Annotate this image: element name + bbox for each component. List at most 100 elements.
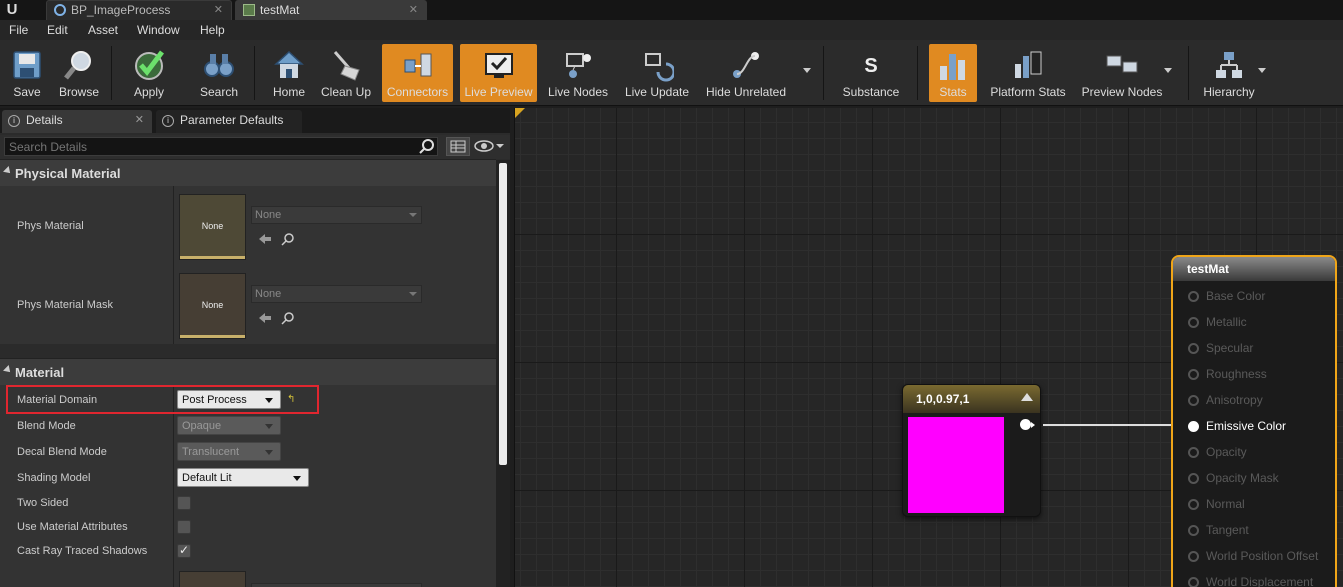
- close-icon[interactable]: ✕: [214, 1, 223, 19]
- stats-label: Stats: [939, 85, 967, 99]
- browse-button[interactable]: Browse: [56, 44, 102, 102]
- live-preview-button[interactable]: Live Preview: [460, 44, 537, 102]
- chevron-down-icon: [265, 450, 273, 455]
- section-material[interactable]: Material: [0, 358, 496, 385]
- home-button[interactable]: Home: [266, 44, 312, 102]
- output-pin[interactable]: [1020, 419, 1035, 430]
- phys-material-combo[interactable]: None: [251, 206, 422, 224]
- pin-specular[interactable]: Specular: [1188, 341, 1338, 357]
- material-domain-dropdown[interactable]: Post Process: [177, 390, 281, 409]
- live-nodes-button[interactable]: Live Nodes: [544, 44, 612, 102]
- pin-base-color[interactable]: Base Color: [1188, 289, 1338, 305]
- toolbar-separator: [111, 46, 112, 100]
- cast-ray-traced-shadows-checkbox[interactable]: [177, 543, 191, 558]
- search-details-input[interactable]: [4, 137, 438, 156]
- pin-world-displacement[interactable]: World Displacement: [1188, 575, 1338, 587]
- pin-label: Tangent: [1206, 523, 1249, 537]
- pin-opacity-mask[interactable]: Opacity Mask: [1188, 471, 1338, 487]
- chevron-down-icon[interactable]: [1258, 68, 1266, 73]
- pin-normal[interactable]: Normal: [1188, 497, 1338, 513]
- material-result-node[interactable]: testMat Base Color Metallic Specular Rou…: [1171, 255, 1337, 587]
- toolbar-separator: [1188, 46, 1189, 100]
- material-icon: [243, 4, 255, 16]
- next-asset-thumbnail[interactable]: [179, 571, 246, 587]
- browse-magnifier-icon[interactable]: [281, 311, 295, 325]
- phys-material-mask-thumbnail[interactable]: None: [179, 273, 246, 339]
- pin-tangent[interactable]: Tangent: [1188, 523, 1338, 539]
- use-selected-arrow-icon[interactable]: [258, 233, 272, 245]
- blend-mode-dropdown[interactable]: Opaque: [177, 416, 281, 435]
- pin-circle-icon: [1188, 525, 1199, 536]
- clean-up-button[interactable]: Clean Up: [318, 44, 374, 102]
- details-scrollbar[interactable]: [496, 160, 510, 587]
- decal-blend-mode-dropdown[interactable]: Translucent: [177, 442, 281, 461]
- search-icon[interactable]: [419, 138, 435, 154]
- tab-testmat[interactable]: testMat ✕: [235, 0, 427, 20]
- pin-anisotropy[interactable]: Anisotropy: [1188, 393, 1338, 409]
- pin-emissive-color[interactable]: Emissive Color: [1188, 419, 1338, 435]
- chevron-down-icon[interactable]: [803, 68, 811, 73]
- menu-file[interactable]: File: [9, 23, 28, 37]
- use-selected-arrow-icon[interactable]: [258, 312, 272, 324]
- material-domain-label: Material Domain: [17, 394, 98, 406]
- connectors-button[interactable]: Connectors: [382, 44, 453, 102]
- live-update-button[interactable]: Live Update: [620, 44, 694, 102]
- chevron-down-icon[interactable]: [1164, 68, 1172, 73]
- menu-help[interactable]: Help: [200, 23, 225, 37]
- apply-button[interactable]: Apply: [126, 44, 172, 102]
- pin-opacity[interactable]: Opacity: [1188, 445, 1338, 461]
- toolbar: Save Browse Apply Search Home Clean Up C…: [0, 40, 1343, 106]
- stats-button[interactable]: Stats: [929, 44, 977, 102]
- pin-label: Opacity Mask: [1206, 471, 1279, 485]
- tab-parameter-defaults[interactable]: i Parameter Defaults: [156, 110, 302, 133]
- scrollbar-thumb[interactable]: [499, 163, 507, 465]
- pin-world-position-offset[interactable]: World Position Offset: [1188, 549, 1338, 565]
- phys-material-label: Phys Material: [17, 220, 84, 232]
- pin-circle-icon: [1188, 317, 1199, 328]
- pin-label: World Position Offset: [1206, 549, 1319, 563]
- phys-material-mask-combo[interactable]: None: [251, 285, 422, 303]
- browse-magnifier-icon[interactable]: [281, 232, 295, 246]
- two-sided-checkbox[interactable]: [177, 496, 191, 510]
- material-graph[interactable]: 1,0,0.97,1 testMat Base Color Metallic S…: [514, 108, 1343, 587]
- pin-circle-icon: [1188, 577, 1199, 587]
- preview-nodes-label: Preview Nodes: [1081, 85, 1163, 99]
- collapse-icon[interactable]: [1021, 393, 1033, 401]
- substance-button[interactable]: S Substance: [838, 44, 904, 102]
- shading-model-dropdown[interactable]: Default Lit: [177, 468, 309, 487]
- chevron-down-icon: [409, 213, 417, 217]
- svg-text:S: S: [864, 55, 877, 77]
- platform-stats-button[interactable]: Platform Stats: [986, 44, 1070, 102]
- property-matrix-button[interactable]: [446, 137, 470, 156]
- platform-stats-icon: [1015, 51, 1042, 78]
- pin-roughness[interactable]: Roughness: [1188, 367, 1338, 383]
- phys-material-thumbnail[interactable]: None: [179, 194, 246, 260]
- menu-asset[interactable]: Asset: [88, 23, 118, 37]
- preview-nodes-button[interactable]: Preview Nodes: [1078, 44, 1166, 102]
- search-button[interactable]: Search: [196, 44, 242, 102]
- eye-icon[interactable]: [474, 138, 506, 154]
- reset-to-default-icon[interactable]: ↰: [287, 395, 297, 405]
- save-button[interactable]: Save: [4, 44, 50, 102]
- column-divider: [173, 385, 174, 587]
- connectors-icon: [404, 53, 431, 77]
- two-sided-label: Two Sided: [17, 497, 69, 509]
- close-icon[interactable]: ✕: [409, 1, 418, 19]
- use-material-attributes-checkbox[interactable]: [177, 520, 191, 534]
- menu-window[interactable]: Window: [137, 23, 180, 37]
- constant4vector-node[interactable]: 1,0,0.97,1: [902, 384, 1041, 517]
- section-physical-material[interactable]: Physical Material: [0, 159, 496, 186]
- menu-edit[interactable]: Edit: [47, 23, 68, 37]
- search-label: Search: [199, 85, 239, 99]
- close-icon[interactable]: ✕: [135, 110, 144, 131]
- hide-unrelated-button[interactable]: Hide Unrelated: [702, 44, 790, 102]
- apply-label: Apply: [133, 85, 165, 99]
- pin-label: Roughness: [1206, 367, 1267, 381]
- hierarchy-button[interactable]: Hierarchy: [1200, 44, 1258, 102]
- tab-bp-imageprocess[interactable]: BP_ImageProcess ✕: [46, 0, 232, 20]
- pin-metallic[interactable]: Metallic: [1188, 315, 1338, 331]
- panel-tab-bar: i Details ✕ i Parameter Defaults: [0, 108, 510, 133]
- unreal-logo-icon[interactable]: U: [3, 1, 21, 19]
- next-asset-combo[interactable]: [251, 583, 422, 587]
- tab-details[interactable]: i Details ✕: [2, 110, 152, 133]
